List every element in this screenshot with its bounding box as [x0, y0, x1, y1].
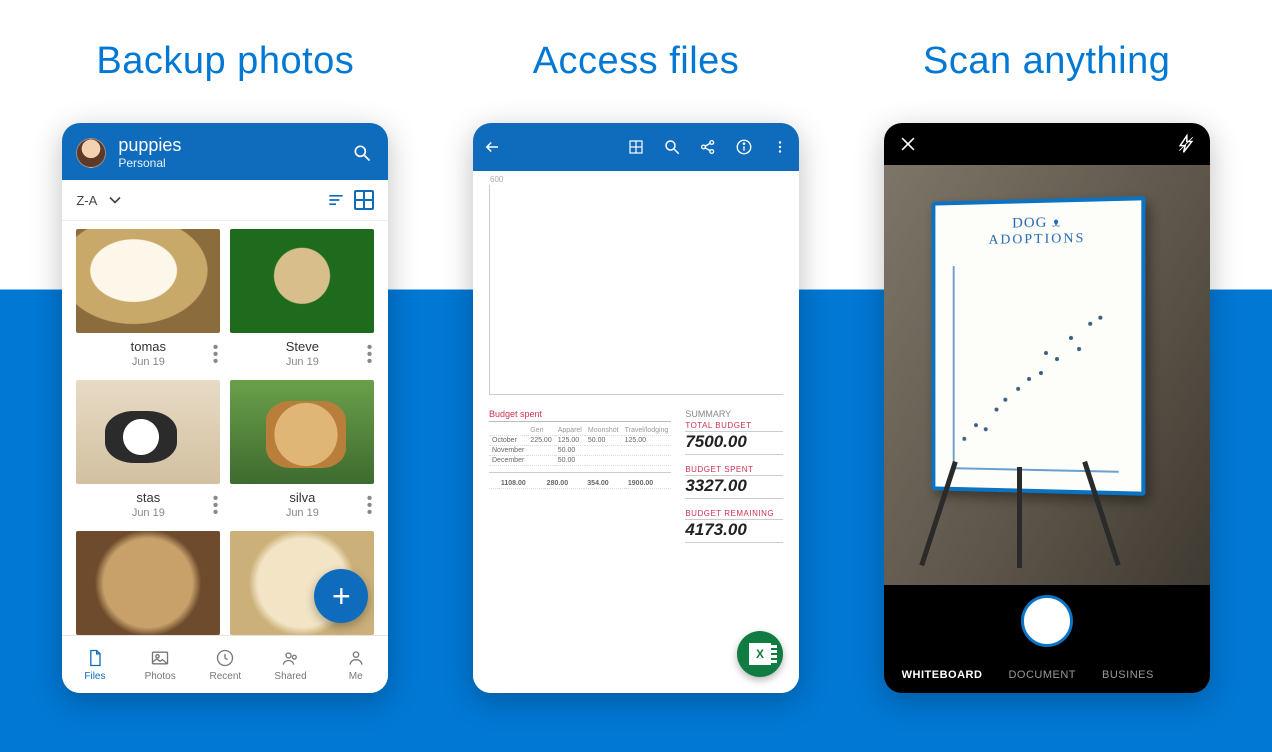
phone-files-app: puppies Personal Z-A [62, 123, 388, 693]
chevron-down-icon[interactable] [105, 190, 125, 210]
file-thumbnail [76, 380, 220, 484]
file-icon [85, 648, 105, 668]
table-title: Budget spent [489, 409, 671, 422]
file-thumbnail [76, 229, 220, 333]
detected-whiteboard: DOG ᴥ ADOPTIONS [932, 196, 1146, 496]
search-icon[interactable] [352, 143, 372, 163]
nav-recent[interactable]: Recent [193, 636, 258, 693]
file-item[interactable]: tomas Jun 19 ••• [76, 229, 230, 380]
file-thumbnail [230, 380, 374, 484]
grid-view-icon[interactable] [354, 190, 374, 210]
share-icon[interactable] [699, 138, 717, 156]
add-button[interactable]: + [314, 569, 368, 623]
budget-remaining-label: BUDGET REMAINING [685, 509, 783, 520]
budget-spent-value: 3327.00 [685, 476, 783, 499]
shutter-button[interactable] [1021, 595, 1073, 647]
totals-row: 1108.00280.00354.001900.00 [489, 479, 671, 489]
close-icon[interactable] [898, 134, 918, 154]
nav-label: Shared [274, 671, 306, 682]
whiteboard-sketch-chart [953, 263, 1119, 472]
more-icon[interactable]: ••• [367, 494, 373, 518]
axis-max-label: 600 [490, 175, 503, 184]
folder-title: puppies [118, 135, 181, 156]
bottom-nav: Files Photos Recent Shared Me [62, 635, 388, 693]
nav-label: Photos [145, 671, 176, 682]
file-thumbnail [230, 229, 374, 333]
dashboard-row: Budget spent GenApparelMoonshotTravel/lo… [489, 409, 783, 553]
search-icon[interactable] [663, 138, 681, 156]
flash-icon[interactable] [1176, 134, 1196, 154]
mode-whiteboard[interactable]: WHITEBOARD [902, 669, 983, 681]
file-date: Jun 19 [76, 356, 220, 368]
file-name: stas [76, 490, 220, 505]
grid-icon[interactable] [627, 138, 645, 156]
info-icon[interactable] [735, 138, 753, 156]
photo-icon [150, 648, 170, 668]
more-icon[interactable]: ••• [367, 343, 373, 367]
shutter-row [884, 585, 1210, 657]
sort-bar: Z-A [62, 180, 388, 221]
nav-label: Recent [209, 671, 241, 682]
panel-title: Access files [533, 40, 740, 83]
budget-spent-label: BUDGET SPENT [685, 465, 783, 476]
file-date: Jun 19 [230, 507, 374, 519]
scan-modes[interactable]: WHITEBOARD DOCUMENT BUSINES [884, 657, 1210, 693]
overflow-icon[interactable] [771, 138, 789, 156]
budget-remaining-value: 4173.00 [685, 520, 783, 543]
person-icon [346, 648, 366, 668]
file-item[interactable]: Steve Jun 19 ••• [230, 229, 384, 380]
panel-title: Scan anything [923, 40, 1170, 83]
nav-label: Files [84, 671, 105, 682]
file-date: Jun 19 [230, 356, 374, 368]
nav-photos[interactable]: Photos [128, 636, 193, 693]
stacked-bar-chart: 600 [489, 185, 783, 395]
summary-heading: SUMMARY [685, 409, 783, 419]
file-item[interactable]: stas Jun 19 ••• [76, 380, 230, 531]
back-icon[interactable] [483, 138, 501, 156]
nav-shared[interactable]: Shared [258, 636, 323, 693]
viewer-toolbar [473, 123, 799, 171]
nav-label: Me [349, 671, 363, 682]
nav-files[interactable]: Files [62, 636, 127, 693]
panel-title: Backup photos [96, 40, 354, 83]
avatar[interactable] [76, 138, 106, 168]
more-icon[interactable]: ••• [213, 494, 219, 518]
camera-viewfinder[interactable]: DOG ᴥ ADOPTIONS [884, 165, 1210, 585]
plus-icon: + [332, 578, 351, 615]
dog-doodle-icon: ᴥ [1052, 214, 1061, 230]
mode-business[interactable]: BUSINES [1102, 669, 1154, 681]
open-in-excel-button[interactable]: X [737, 631, 783, 677]
panel-backup-photos: Backup photos puppies Personal Z-A [30, 40, 421, 693]
people-icon [281, 648, 301, 668]
whiteboard-text-line2: ADOPTIONS [949, 230, 1127, 249]
file-content[interactable]: 600 Budget spent GenApparelMoonshotTrave… [473, 171, 799, 693]
clock-icon [215, 648, 235, 668]
nav-me[interactable]: Me [323, 636, 388, 693]
file-name: silva [230, 490, 374, 505]
panel-scan-anything: Scan anything DOG ᴥ ADOPTIONS [851, 40, 1242, 693]
budget-table: GenApparelMoonshotTravel/lodgingOctober2… [489, 426, 671, 466]
total-budget-value: 7500.00 [685, 432, 783, 455]
total-budget-label: TOTAL BUDGET [685, 421, 783, 432]
file-item[interactable]: silva Jun 19 ••• [230, 380, 384, 531]
phone-file-viewer: 600 Budget spent GenApparelMoonshotTrave… [473, 123, 799, 693]
excel-icon: X [749, 643, 771, 665]
sort-label[interactable]: Z-A [76, 193, 97, 208]
account-label: Personal [118, 156, 181, 170]
file-thumbnail [76, 531, 220, 635]
sort-lines-icon[interactable] [326, 190, 346, 210]
file-name: tomas [76, 339, 220, 354]
panel-access-files: Access files 600 Budget spent [441, 40, 832, 693]
header-title-stack: puppies Personal [118, 135, 181, 170]
phone-scan-app: DOG ᴥ ADOPTIONS WHITEBOARD DOCUMENT BUSI… [884, 123, 1210, 693]
marketing-panels: Backup photos puppies Personal Z-A [0, 0, 1272, 693]
file-date: Jun 19 [76, 507, 220, 519]
scan-topbar [884, 123, 1210, 165]
more-icon[interactable]: ••• [213, 343, 219, 367]
easel-leg [1017, 467, 1022, 568]
file-name: Steve [230, 339, 374, 354]
app-header: puppies Personal [62, 123, 388, 180]
mode-document[interactable]: DOCUMENT [1008, 669, 1076, 681]
file-item[interactable] [76, 531, 230, 635]
